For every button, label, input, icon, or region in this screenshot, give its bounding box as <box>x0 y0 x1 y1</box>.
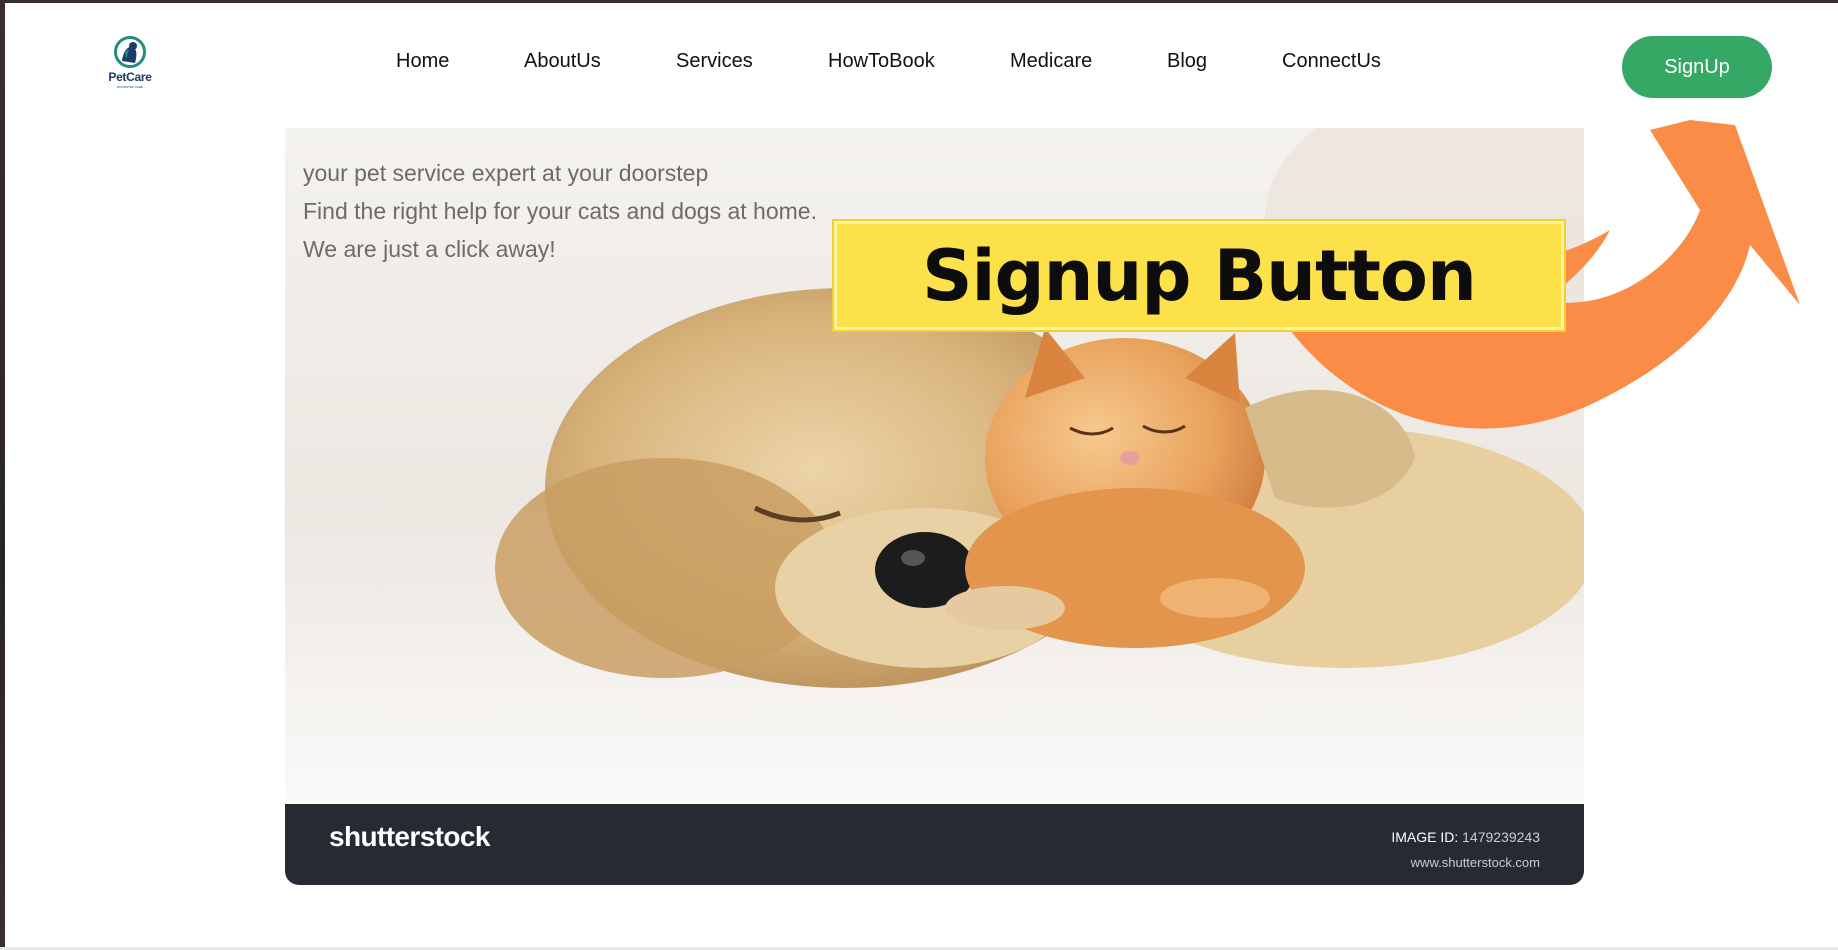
stock-url: www.shutterstock.com <box>1410 855 1540 870</box>
annotation-label: Signup Button <box>922 234 1477 317</box>
stock-watermark-bar: shutterstock IMAGE ID: 1479239243 www.sh… <box>285 804 1584 885</box>
window-left-border <box>0 0 5 950</box>
image-id-label: IMAGE ID: <box>1391 829 1459 845</box>
nav-blog[interactable]: Blog <box>1167 50 1207 73</box>
nav-home[interactable]: Home <box>396 50 449 73</box>
image-id-value: 1479239243 <box>1462 829 1540 845</box>
nav-how-to-book[interactable]: HowToBook <box>828 50 935 73</box>
nav-medicare[interactable]: Medicare <box>1010 50 1092 73</box>
window-top-border <box>0 0 1838 3</box>
shutterstock-logo: shutterstock <box>329 821 490 852</box>
hero-line-1: your pet service expert at your doorstep <box>303 160 709 186</box>
hero-line-2: Find the right help for your cats and do… <box>303 198 817 224</box>
brand-tagline: DOORSTEP CARE <box>117 85 143 89</box>
nav-connect-us[interactable]: ConnectUs <box>1282 50 1381 73</box>
nav-services[interactable]: Services <box>676 50 753 73</box>
main-nav: Home AboutUs Services HowToBook Medicare… <box>0 50 1838 80</box>
signup-button[interactable]: SignUp <box>1622 36 1772 98</box>
hero-line-3: We are just a click away! <box>303 236 556 262</box>
image-id: IMAGE ID: 1479239243 <box>1391 829 1540 845</box>
nav-about-us[interactable]: AboutUs <box>524 50 601 73</box>
hero-tagline: your pet service expert at your doorstep… <box>303 154 817 268</box>
annotation-callout: Signup Button <box>834 221 1564 330</box>
